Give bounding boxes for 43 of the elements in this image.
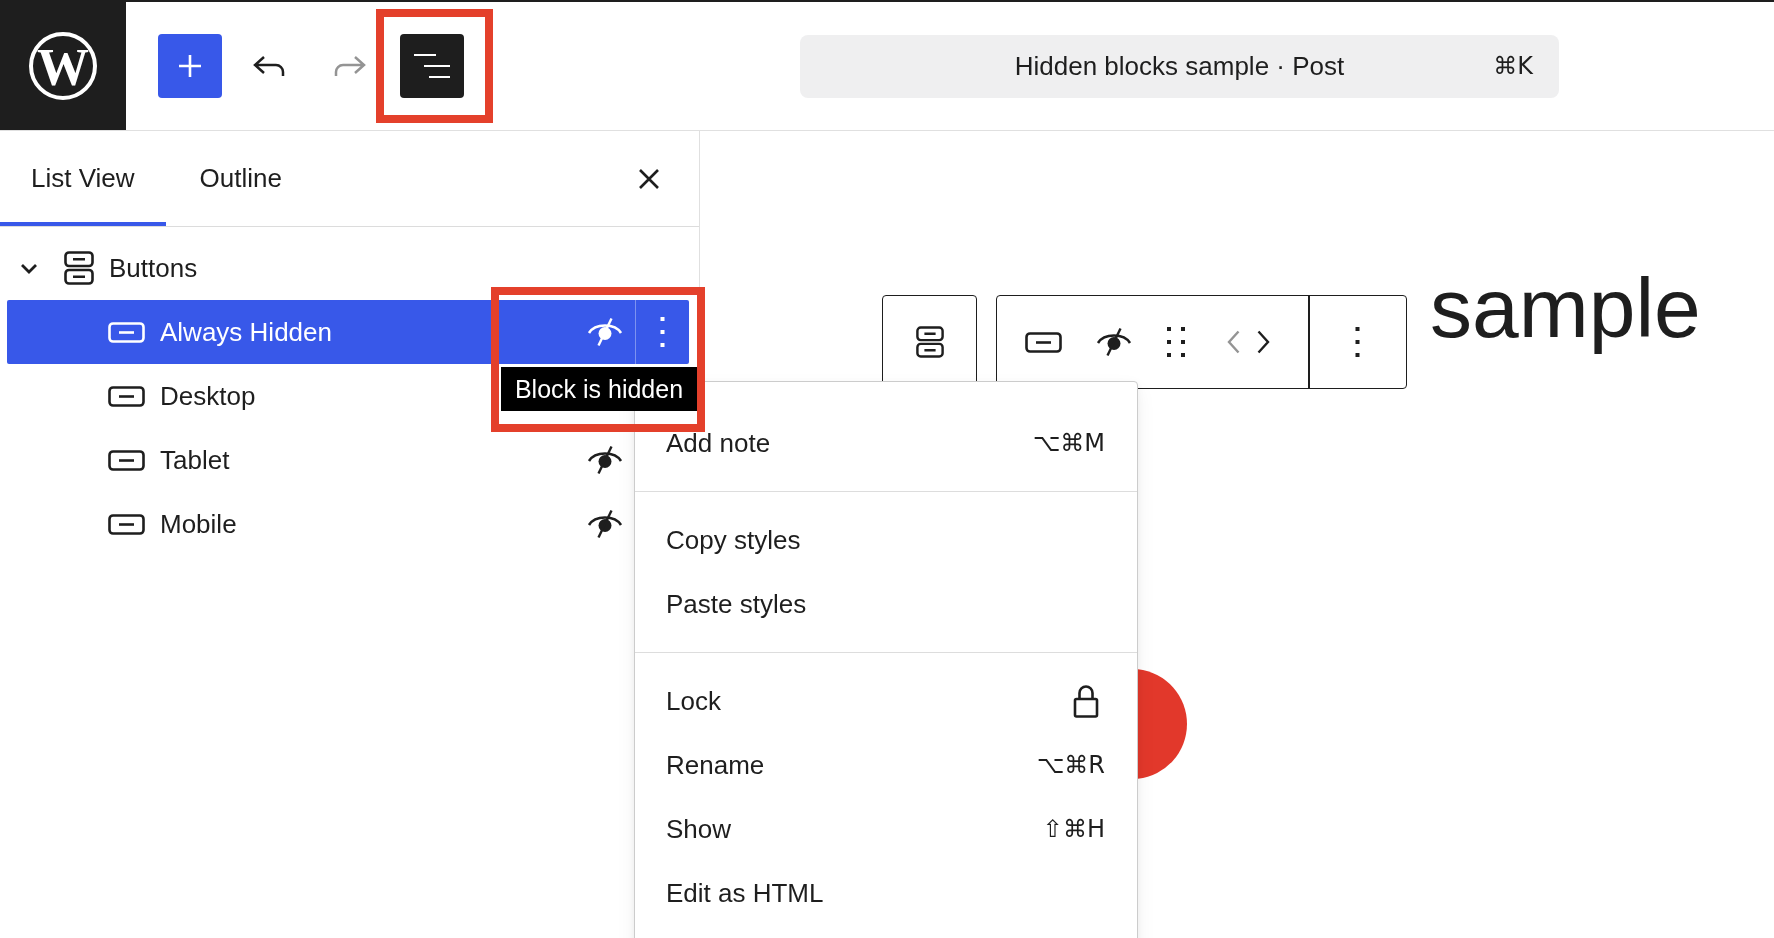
keyboard-shortcut: ⌥⌘M bbox=[1032, 429, 1105, 457]
menu-item[interactable]: Show ⇧⌘H bbox=[635, 797, 1137, 861]
chevron-left-icon bbox=[1226, 330, 1240, 354]
lock-icon bbox=[1073, 684, 1099, 718]
menu-item[interactable]: Add note ⌥⌘M bbox=[635, 411, 1137, 475]
button-block-icon bbox=[108, 449, 145, 471]
keyboard-shortcut: ⌘K bbox=[1493, 52, 1533, 80]
list-view-item[interactable]: Mobile bbox=[53, 492, 237, 556]
plus-icon bbox=[178, 54, 202, 78]
stacked-buttons-icon bbox=[64, 251, 94, 285]
keyboard-shortcut: ⌥⌘R bbox=[1036, 751, 1105, 779]
menu-item[interactable]: Lock bbox=[635, 669, 1137, 733]
more-vertical-icon bbox=[1355, 327, 1361, 357]
stacked-buttons-icon bbox=[915, 326, 944, 358]
list-view-item[interactable]: Tablet bbox=[53, 428, 230, 492]
list-view-icon bbox=[414, 53, 450, 79]
more-vertical-icon bbox=[660, 317, 665, 347]
menu-item[interactable]: Rename ⌥⌘R bbox=[635, 733, 1137, 797]
chevron-down-icon[interactable] bbox=[20, 262, 38, 274]
tab[interactable]: List View bbox=[0, 131, 166, 226]
keyboard-shortcut: ⇧⌘H bbox=[1042, 815, 1105, 843]
tooltip: Block is hidden bbox=[501, 367, 697, 411]
menu-item[interactable]: Copy styles bbox=[635, 508, 1137, 572]
command-palette-button[interactable]: Hidden blocks sample · Post ⌘K bbox=[800, 34, 1559, 98]
button-block-icon bbox=[108, 321, 145, 343]
list-view-item[interactable]: Buttons bbox=[9, 236, 198, 300]
undo-icon bbox=[252, 54, 286, 78]
button-block-icon bbox=[1024, 331, 1062, 353]
button-block-icon bbox=[108, 513, 145, 535]
drag-handle-icon bbox=[1167, 327, 1185, 357]
eye-slash-icon bbox=[1096, 327, 1132, 357]
add-block-button[interactable] bbox=[158, 34, 222, 98]
list-view-item[interactable]: Desktop bbox=[53, 364, 256, 428]
list-view-toggle-button[interactable] bbox=[400, 34, 464, 98]
menu-item[interactable]: Paste styles bbox=[635, 572, 1137, 636]
list-view-item[interactable]: Always Hidden bbox=[7, 300, 689, 364]
close-icon bbox=[638, 167, 660, 190]
tab[interactable]: Outline bbox=[165, 131, 316, 226]
button-block-icon bbox=[108, 385, 145, 407]
chevron-right-icon bbox=[1256, 330, 1270, 354]
redo-icon bbox=[333, 54, 367, 78]
logo-button[interactable]: W bbox=[29, 32, 97, 100]
menu-item[interactable]: Edit as HTML bbox=[635, 861, 1137, 925]
